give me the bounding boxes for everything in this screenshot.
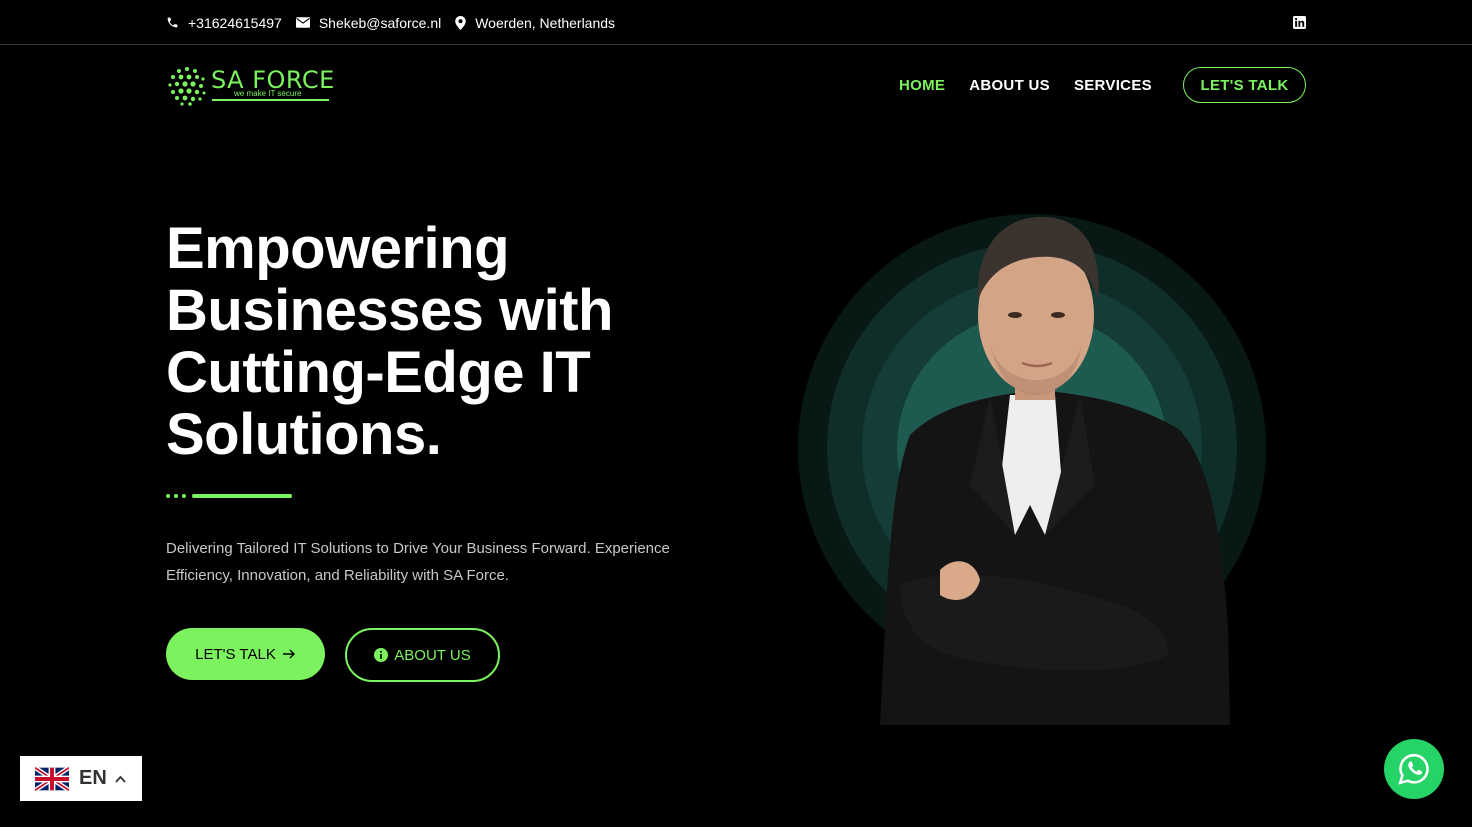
lets-talk-header-button[interactable]: LET'S TALK (1183, 67, 1306, 103)
phone-link[interactable]: +31624615497 (166, 15, 282, 31)
divider-dot (174, 494, 178, 498)
top-bar: +31624615497 Shekeb@saforce.nl Woerden, … (0, 0, 1472, 45)
email-address: Shekeb@saforce.nl (318, 14, 442, 31)
hero-divider (166, 493, 292, 499)
language-switcher[interactable]: EN (20, 756, 142, 801)
nav-item-services[interactable]: SERVICES (1074, 77, 1152, 94)
nav-item-home[interactable]: HOME (899, 77, 945, 94)
chevron-up-icon (115, 775, 126, 783)
logo-mark-icon (168, 67, 206, 106)
lets-talk-button[interactable]: LET'S TALK (166, 628, 325, 680)
email-link[interactable]: Shekeb@saforce.nl (295, 14, 442, 31)
arrow-right-icon (282, 649, 295, 659)
divider-dot (182, 494, 186, 498)
divider-dot (166, 494, 170, 498)
envelope-icon (295, 17, 310, 28)
about-us-label: ABOUT US (394, 646, 471, 664)
location-text: Woerden, Netherlands (475, 14, 616, 31)
whatsapp-icon (1398, 753, 1429, 785)
logo-tagline: we make IT secure (234, 89, 302, 98)
hero-subtitle: Delivering Tailored IT Solutions to Driv… (166, 540, 670, 584)
site-logo[interactable]: SA FORCE we make IT secure (166, 64, 336, 108)
phone-number: +31624615497 (188, 14, 282, 31)
contact-info: +31624615497 Shekeb@saforce.nl Woerden, … (166, 0, 629, 45)
location-link[interactable]: Woerden, Netherlands (455, 15, 615, 31)
whatsapp-chat-button[interactable] (1384, 739, 1444, 799)
phone-icon (167, 17, 178, 28)
hero-image (798, 214, 1266, 725)
hero-headline: Empowering Businesses with Cutting-Edge … (166, 216, 613, 467)
linkedin-icon[interactable] (1293, 16, 1306, 29)
main-nav: HOME ABOUT US SERVICES (899, 75, 1176, 95)
lets-talk-label: LET'S TALK (195, 645, 276, 663)
language-code: EN (79, 767, 107, 789)
divider-bar (192, 494, 292, 498)
nav-item-about-us[interactable]: ABOUT US (969, 77, 1050, 94)
map-pin-icon (455, 15, 466, 30)
logo-underline (212, 99, 329, 101)
info-icon (374, 648, 389, 662)
uk-flag-icon (35, 766, 69, 791)
about-us-button[interactable]: ABOUT US (345, 628, 500, 682)
